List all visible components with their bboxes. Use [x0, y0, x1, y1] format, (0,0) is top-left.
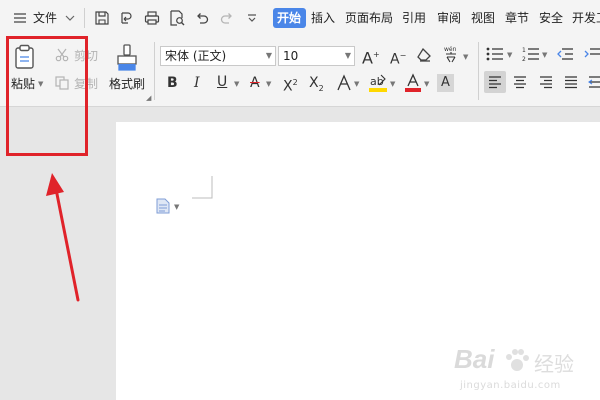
numbered-list-icon[interactable]: 1 2: [522, 46, 540, 62]
chevron-down-icon[interactable]: ▼: [424, 80, 429, 88]
underline-button[interactable]: U: [217, 74, 227, 90]
chevron-down-icon[interactable]: [64, 13, 76, 23]
font-size-select[interactable]: 10 ▼: [278, 46, 355, 66]
tab-page-layout[interactable]: 页面布局: [345, 10, 393, 26]
tab-references[interactable]: 引用: [402, 10, 426, 26]
font-color-icon[interactable]: [405, 73, 421, 93]
justify-icon[interactable]: [564, 75, 578, 89]
annotation-highlight-box: [6, 36, 88, 156]
chevron-down-icon[interactable]: ▼: [174, 203, 179, 211]
tab-insert[interactable]: 插入: [311, 10, 335, 26]
font-size-value: 10: [283, 49, 299, 63]
svg-text:ab: ab: [370, 75, 384, 88]
subscript-button[interactable]: X2: [309, 75, 324, 97]
chevron-down-icon: ▼: [344, 51, 351, 60]
font-name-select[interactable]: 宋体 (正文) ▼: [160, 46, 276, 66]
svg-text:wén: wén: [444, 46, 457, 53]
chevron-down-icon[interactable]: ▼: [266, 80, 271, 88]
clipboard-group-launcher[interactable]: ◢: [146, 94, 151, 102]
customize-quick-access-icon[interactable]: [246, 12, 258, 24]
chevron-down-icon[interactable]: ▼: [463, 53, 468, 61]
superscript-button[interactable]: X2: [283, 75, 298, 95]
watermark-url: jingyan.baidu.com: [460, 380, 561, 391]
svg-text:1: 1: [522, 47, 526, 54]
italic-button[interactable]: I: [194, 75, 200, 91]
chevron-down-icon: ▼: [265, 51, 272, 60]
tab-security[interactable]: 安全: [539, 10, 563, 26]
align-center-icon[interactable]: [513, 75, 527, 89]
character-shading-button[interactable]: A: [437, 74, 454, 92]
decrease-indent-icon[interactable]: [557, 47, 573, 61]
align-right-icon[interactable]: [539, 75, 553, 89]
format-painter-button[interactable]: 格式刷: [109, 77, 145, 91]
tab-view[interactable]: 视图: [471, 10, 495, 26]
watermark: Bai 经验 jingyan.baidu.com: [454, 344, 599, 398]
file-menu[interactable]: 文件: [33, 10, 57, 26]
shrink-font-icon[interactable]: A−: [390, 48, 406, 68]
increase-indent-icon[interactable]: [584, 47, 600, 61]
phonetic-guide-icon[interactable]: wén: [442, 44, 460, 64]
bullet-list-icon[interactable]: [486, 47, 504, 61]
text-effect-icon[interactable]: [336, 74, 352, 92]
svg-text:2: 2: [522, 56, 526, 62]
watermark-brand: Bai: [454, 344, 495, 374]
bold-button[interactable]: B: [167, 75, 178, 91]
redo-icon[interactable]: [220, 11, 234, 25]
ribbon-toolbar: 粘贴 ▼ 剪切 复制 格式刷 ◢ 宋体 (正文) ▼ 10 ▼ A+ A− wé…: [0, 36, 600, 107]
strikethrough-button[interactable]: A: [250, 75, 260, 91]
divider: [84, 8, 85, 28]
text-cursor-corner-mark: [192, 176, 213, 199]
chevron-down-icon[interactable]: ▼: [390, 80, 395, 88]
undo-icon[interactable]: [195, 11, 209, 25]
tab-review[interactable]: 审阅: [437, 10, 461, 26]
hamburger-menu-icon[interactable]: [13, 12, 27, 24]
menu-bar: 文件 开始 插入 页面布局 引用 审阅 视图 章节 安全 开发工: [0, 0, 600, 36]
watermark-brand-cn: 经验: [534, 352, 574, 376]
grow-font-icon[interactable]: A+: [362, 47, 380, 66]
document-page[interactable]: ▼ Bai 经验 jingyan.baidu.com: [116, 122, 600, 400]
distributed-align-icon[interactable]: [588, 75, 600, 89]
font-name-value: 宋体 (正文): [165, 49, 227, 63]
align-left-icon: [489, 76, 501, 89]
divider: [478, 42, 479, 100]
print-icon[interactable]: [144, 10, 160, 26]
divider: [154, 42, 155, 100]
cloud-sync-icon[interactable]: [118, 10, 134, 26]
tab-developer[interactable]: 开发工: [572, 10, 600, 26]
chevron-down-icon[interactable]: ▼: [354, 80, 359, 88]
format-painter-icon[interactable]: [116, 44, 138, 72]
highlight-icon[interactable]: ab: [369, 73, 387, 93]
annotation-arrow: [46, 173, 80, 302]
chevron-down-icon[interactable]: ▼: [234, 80, 239, 88]
tab-chapter[interactable]: 章节: [505, 10, 529, 26]
tab-start-label: 开始: [277, 11, 302, 25]
chevron-down-icon[interactable]: ▼: [507, 51, 512, 59]
clear-formatting-icon[interactable]: [416, 47, 432, 63]
paw-logo-icon: [506, 349, 529, 371]
paragraph-layout-icon[interactable]: [156, 198, 170, 214]
chevron-down-icon[interactable]: ▼: [542, 51, 547, 59]
print-preview-icon[interactable]: [169, 10, 185, 26]
save-icon[interactable]: [94, 10, 110, 26]
